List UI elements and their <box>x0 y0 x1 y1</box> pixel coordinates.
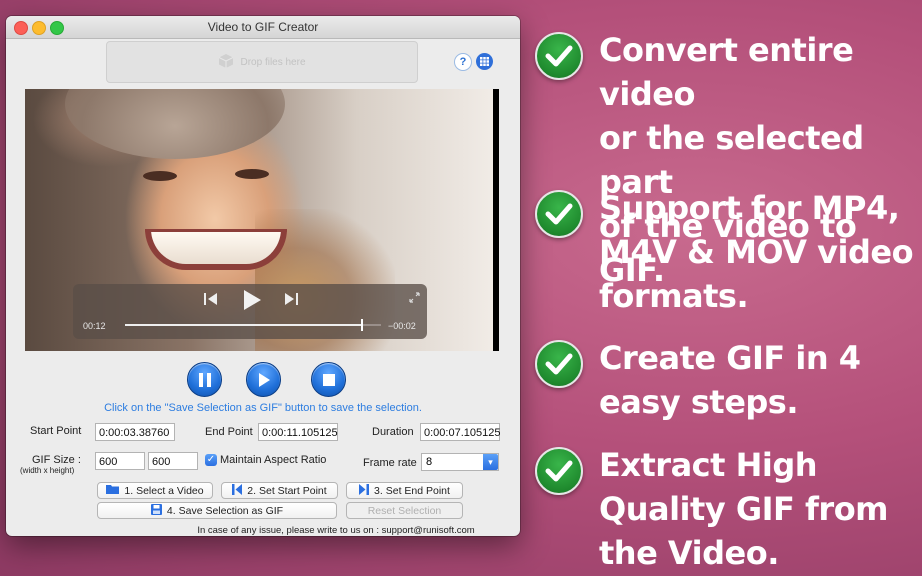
play-icon[interactable] <box>241 289 263 316</box>
save-disk-icon <box>150 503 162 518</box>
checkmark-badge-icon <box>535 190 583 238</box>
set-end-label: 3. Set End Point <box>374 484 450 497</box>
stop-button[interactable] <box>311 362 346 397</box>
set-start-button[interactable]: 2. Set Start Point <box>221 482 338 499</box>
remaining-time: −00:02 <box>388 321 416 331</box>
gif-width-field[interactable]: 600 <box>95 452 145 470</box>
help-button[interactable]: ? <box>454 53 472 71</box>
gif-size-sublabel: (width x height) <box>20 466 75 475</box>
drop-zone-label: Drop files here <box>240 56 306 68</box>
instruction-text: Click on the "Save Selection as GIF" but… <box>104 402 422 414</box>
checkmark-badge-icon <box>535 447 583 495</box>
video-frame-hat <box>65 89 285 159</box>
frame-rate-value: 8 <box>426 456 433 468</box>
mark-end-icon <box>359 483 370 498</box>
duration-field: 0:00:07.105125 <box>420 423 500 441</box>
drop-zone[interactable]: Drop files here <box>106 41 418 83</box>
gif-height-field[interactable]: 600 <box>148 452 198 470</box>
play-icon <box>258 372 270 387</box>
player-controls: 00:12 −00:02 <box>73 284 427 339</box>
frame-rate-select[interactable]: 8 ▾ <box>421 453 499 471</box>
maintain-aspect-label: Maintain Aspect Ratio <box>220 454 327 466</box>
apps-grid-button[interactable] <box>476 53 493 70</box>
end-point-field[interactable]: 0:00:11.105125 <box>258 423 338 441</box>
checkmark-badge-icon <box>535 32 583 80</box>
start-point-field[interactable]: 0:00:03.38760 <box>95 423 175 441</box>
chevron-down-icon: ▾ <box>483 454 498 470</box>
grid-icon <box>480 57 489 66</box>
pause-icon <box>198 372 211 387</box>
skip-back-icon[interactable] <box>203 292 219 311</box>
set-end-button[interactable]: 3. Set End Point <box>346 482 463 499</box>
play-button[interactable] <box>246 362 281 397</box>
skip-forward-icon[interactable] <box>283 292 299 311</box>
app-window: Video to GIF Creator Drop files here ? 0… <box>6 16 520 536</box>
frame-rate-label: Frame rate <box>363 457 417 469</box>
reset-selection-button[interactable]: Reset Selection <box>346 502 463 519</box>
feature-text: Extract High Quality GIF from the Video. <box>599 446 889 572</box>
maintain-aspect-checkbox[interactable]: ✓ <box>205 454 217 466</box>
video-frame-eye <box>143 171 177 181</box>
select-video-label: 1. Select a Video <box>124 484 204 497</box>
seek-bar-fill <box>125 324 361 326</box>
video-frame-smile <box>145 229 287 270</box>
video-frame-eye <box>235 169 269 179</box>
set-start-label: 2. Set Start Point <box>247 484 327 497</box>
checkmark-badge-icon <box>535 340 583 388</box>
duration-label: Duration <box>372 426 414 438</box>
video-letterbox <box>493 89 499 351</box>
stop-icon <box>322 373 335 386</box>
feature-text: Support for MP4, M4V & MOV video formats… <box>599 189 914 315</box>
title-bar: Video to GIF Creator <box>6 16 520 39</box>
support-footer: In case of any issue, please write to us… <box>197 525 475 536</box>
mark-start-icon <box>232 483 243 498</box>
current-time: 00:12 <box>83 321 106 331</box>
feature-text: Create GIF in 4 easy steps. <box>599 339 861 421</box>
pause-button[interactable] <box>187 362 222 397</box>
seek-bar-thumb[interactable] <box>360 319 363 331</box>
select-video-button[interactable]: 1. Select a Video <box>97 482 213 499</box>
seek-bar[interactable] <box>125 319 381 331</box>
box-icon <box>218 53 234 72</box>
folder-icon <box>106 484 120 497</box>
end-point-label: End Point <box>205 426 253 438</box>
save-selection-label: 4. Save Selection as GIF <box>166 504 284 517</box>
start-point-label: Start Point <box>30 425 82 437</box>
save-selection-button[interactable]: 4. Save Selection as GIF <box>97 502 337 519</box>
fullscreen-icon[interactable] <box>409 290 420 308</box>
gif-size-label: GIF Size : <box>32 454 81 466</box>
window-title: Video to GIF Creator <box>207 20 319 34</box>
video-preview[interactable]: 00:12 −00:02 <box>25 89 499 351</box>
